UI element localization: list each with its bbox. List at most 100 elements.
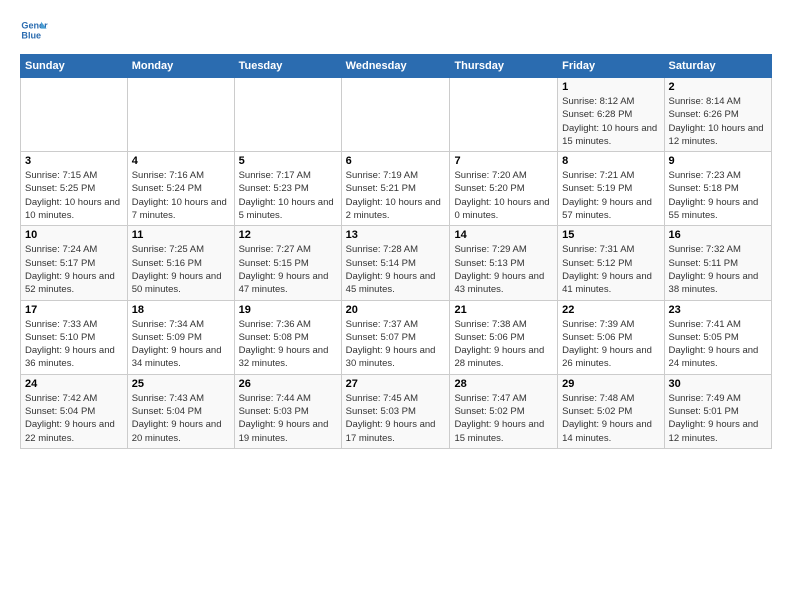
day-number: 14 [454,229,553,241]
day-info: Sunrise: 7:34 AM Sunset: 5:09 PM Dayligh… [132,318,230,371]
day-info: Sunrise: 7:39 AM Sunset: 5:06 PM Dayligh… [562,318,659,371]
calendar-day-cell: 21 Sunrise: 7:38 AM Sunset: 5:06 PM Dayli… [450,300,558,374]
calendar-table: SundayMondayTuesdayWednesdayThursdayFrid… [20,54,772,449]
calendar-day-cell: 14 Sunrise: 7:29 AM Sunset: 5:13 PM Dayli… [450,226,558,300]
calendar-day-cell: 13Sunrise: 7:28 AM Sunset: 5:14 PM Dayli… [341,226,450,300]
calendar-day-cell: 12Sunrise: 7:27 AM Sunset: 5:15 PM Dayli… [234,226,341,300]
day-info: Sunrise: 7:21 AM Sunset: 5:19 PM Dayligh… [562,169,659,222]
day-number: 22 [562,304,659,316]
day-info: Sunrise: 7:36 AM Sunset: 5:08 PM Dayligh… [239,318,337,371]
day-info: Sunrise: 7:15 AM Sunset: 5:25 PM Dayligh… [25,169,123,222]
calendar-day-cell: 23 Sunrise: 7:41 AM Sunset: 5:05 PM Dayli… [664,300,771,374]
calendar-day-cell [450,78,558,152]
day-of-week-header: Tuesday [234,55,341,78]
day-number: 27 [346,378,446,390]
calendar-day-cell: 7 Sunrise: 7:20 AM Sunset: 5:20 PM Daylig… [450,152,558,226]
day-info: Sunrise: 7:33 AM Sunset: 5:10 PM Dayligh… [25,318,123,371]
calendar-day-cell: 28 Sunrise: 7:47 AM Sunset: 5:02 PM Dayli… [450,374,558,448]
day-number: 21 [454,304,553,316]
day-number: 11 [132,229,230,241]
logo: General Blue [20,16,48,44]
calendar-day-cell: 20 Sunrise: 7:37 AM Sunset: 5:07 PM Dayli… [341,300,450,374]
day-of-week-header: Wednesday [341,55,450,78]
day-number: 8 [562,155,659,167]
day-info: Sunrise: 7:42 AM Sunset: 5:04 PM Dayligh… [25,392,123,445]
day-number: 30 [669,378,767,390]
day-info: Sunrise: 7:29 AM Sunset: 5:13 PM Dayligh… [454,243,553,296]
calendar-day-cell: 24 Sunrise: 7:42 AM Sunset: 5:04 PM Dayli… [21,374,128,448]
day-number: 2 [669,81,767,93]
day-info: Sunrise: 7:37 AM Sunset: 5:07 PM Dayligh… [346,318,446,371]
calendar-week-row: 10 Sunrise: 7:24 AM Sunset: 5:17 PM Dayli… [21,226,772,300]
day-info: Sunrise: 7:32 AM Sunset: 5:11 PM Dayligh… [669,243,767,296]
day-info: Sunrise: 7:48 AM Sunset: 5:02 PM Dayligh… [562,392,659,445]
day-number: 16 [669,229,767,241]
logo-icon: General Blue [20,16,48,44]
day-info: Sunrise: 7:17 AM Sunset: 5:23 PM Dayligh… [239,169,337,222]
calendar-day-cell: 3 Sunrise: 7:15 AM Sunset: 5:25 PM Daylig… [21,152,128,226]
day-info: Sunrise: 7:31 AM Sunset: 5:12 PM Dayligh… [562,243,659,296]
calendar-day-cell: 8 Sunrise: 7:21 AM Sunset: 5:19 PM Daylig… [558,152,664,226]
calendar-day-cell: 27Sunrise: 7:45 AM Sunset: 5:03 PM Dayli… [341,374,450,448]
calendar-header-row: SundayMondayTuesdayWednesdayThursdayFrid… [21,55,772,78]
day-of-week-header: Monday [127,55,234,78]
calendar-day-cell: 17 Sunrise: 7:33 AM Sunset: 5:10 PM Dayli… [21,300,128,374]
day-info: Sunrise: 7:38 AM Sunset: 5:06 PM Dayligh… [454,318,553,371]
calendar-day-cell: 9 Sunrise: 7:23 AM Sunset: 5:18 PM Daylig… [664,152,771,226]
calendar-week-row: 3 Sunrise: 7:15 AM Sunset: 5:25 PM Daylig… [21,152,772,226]
day-number: 17 [25,304,123,316]
day-number: 7 [454,155,553,167]
svg-text:Blue: Blue [21,30,41,40]
day-info: Sunrise: 7:25 AM Sunset: 5:16 PM Dayligh… [132,243,230,296]
day-number: 25 [132,378,230,390]
calendar-day-cell: 5 Sunrise: 7:17 AM Sunset: 5:23 PM Daylig… [234,152,341,226]
day-number: 15 [562,229,659,241]
header: General Blue [20,16,772,44]
day-number: 28 [454,378,553,390]
calendar-day-cell: 19Sunrise: 7:36 AM Sunset: 5:08 PM Dayli… [234,300,341,374]
day-info: Sunrise: 7:23 AM Sunset: 5:18 PM Dayligh… [669,169,767,222]
day-number: 6 [346,155,446,167]
page: General Blue SundayMondayTuesdayWednesda… [0,0,792,459]
day-number: 1 [562,81,659,93]
calendar-day-cell: 30 Sunrise: 7:49 AM Sunset: 5:01 PM Dayli… [664,374,771,448]
day-number: 26 [239,378,337,390]
day-number: 10 [25,229,123,241]
day-number: 5 [239,155,337,167]
day-number: 23 [669,304,767,316]
calendar-day-cell: 22 Sunrise: 7:39 AM Sunset: 5:06 PM Dayli… [558,300,664,374]
calendar-week-row: 17 Sunrise: 7:33 AM Sunset: 5:10 PM Dayli… [21,300,772,374]
calendar-day-cell: 11 Sunrise: 7:25 AM Sunset: 5:16 PM Dayli… [127,226,234,300]
day-info: Sunrise: 7:47 AM Sunset: 5:02 PM Dayligh… [454,392,553,445]
day-number: 4 [132,155,230,167]
day-number: 3 [25,155,123,167]
day-number: 20 [346,304,446,316]
day-number: 9 [669,155,767,167]
calendar-day-cell: 25Sunrise: 7:43 AM Sunset: 5:04 PM Dayli… [127,374,234,448]
calendar-day-cell: 26 Sunrise: 7:44 AM Sunset: 5:03 PM Dayli… [234,374,341,448]
day-info: Sunrise: 7:19 AM Sunset: 5:21 PM Dayligh… [346,169,446,222]
calendar-day-cell: 10 Sunrise: 7:24 AM Sunset: 5:17 PM Dayli… [21,226,128,300]
calendar-day-cell: 29 Sunrise: 7:48 AM Sunset: 5:02 PM Dayli… [558,374,664,448]
day-number: 18 [132,304,230,316]
day-info: Sunrise: 7:20 AM Sunset: 5:20 PM Dayligh… [454,169,553,222]
day-number: 12 [239,229,337,241]
day-info: Sunrise: 7:16 AM Sunset: 5:24 PM Dayligh… [132,169,230,222]
day-info: Sunrise: 8:14 AM Sunset: 6:26 PM Dayligh… [669,95,767,148]
calendar-day-cell: 1Sunrise: 8:12 AM Sunset: 6:28 PM Daylig… [558,78,664,152]
day-info: Sunrise: 7:24 AM Sunset: 5:17 PM Dayligh… [25,243,123,296]
calendar-day-cell [21,78,128,152]
day-info: Sunrise: 7:28 AM Sunset: 5:14 PM Dayligh… [346,243,446,296]
day-number: 29 [562,378,659,390]
calendar-day-cell: 15 Sunrise: 7:31 AM Sunset: 5:12 PM Dayli… [558,226,664,300]
day-of-week-header: Sunday [21,55,128,78]
day-of-week-header: Saturday [664,55,771,78]
day-of-week-header: Thursday [450,55,558,78]
day-info: Sunrise: 7:49 AM Sunset: 5:01 PM Dayligh… [669,392,767,445]
calendar-day-cell: 4 Sunrise: 7:16 AM Sunset: 5:24 PM Daylig… [127,152,234,226]
day-info: Sunrise: 7:44 AM Sunset: 5:03 PM Dayligh… [239,392,337,445]
calendar-day-cell: 18 Sunrise: 7:34 AM Sunset: 5:09 PM Dayli… [127,300,234,374]
calendar-week-row: 1Sunrise: 8:12 AM Sunset: 6:28 PM Daylig… [21,78,772,152]
day-number: 24 [25,378,123,390]
day-info: Sunrise: 7:41 AM Sunset: 5:05 PM Dayligh… [669,318,767,371]
